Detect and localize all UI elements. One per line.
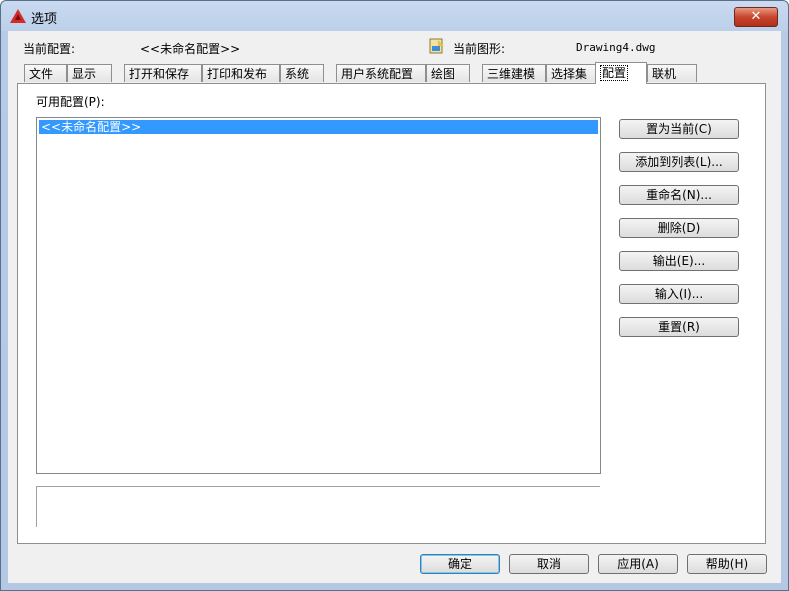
window-title: 选项 [31,12,58,27]
current-profile-label: 当前配置: [23,42,76,56]
ok-button[interactable]: 确定 [420,554,500,574]
tab-display[interactable]: 显示 [67,64,112,82]
set-current-button[interactable]: 置为当前(C) [619,119,739,139]
title-bar[interactable]: 选项 ✕ [1,1,788,31]
drawing-file-icon [429,38,444,54]
tab-open-and-save[interactable]: 打开和保存 [124,64,202,82]
reset-button[interactable]: 重置(R) [619,317,739,337]
tab-label: 联机 [652,67,677,81]
tab-label: 选择集 [551,67,588,81]
tab-user-preferences[interactable]: 用户系统配置 [336,64,426,82]
apply-button[interactable]: 应用(A) [598,554,678,574]
help-button[interactable]: 帮助(H) [687,554,767,574]
current-drawing-label: 当前图形: [453,42,506,56]
dialog-client-area: 当前配置: <<未命名配置>> 当前图形: Drawing4.dwg 文件 显示… [8,31,781,583]
tab-drafting[interactable]: 绘图 [426,64,470,82]
tab-files[interactable]: 文件 [24,64,67,82]
tab-label: 打开和保存 [129,67,190,81]
close-button[interactable]: ✕ [734,7,778,27]
tab-label: 绘图 [431,67,456,81]
autocad-app-icon [10,9,26,23]
tab-label: 文件 [29,67,54,81]
import-button[interactable]: 输入(I)... [619,284,739,304]
profiles-panel: 可用配置(P): <<未命名配置>> 置为当前(C) 添加到列表(L)... 重… [17,83,766,544]
tab-label: 配置 [600,65,629,81]
add-to-list-button[interactable]: 添加到列表(L)... [619,152,739,172]
profile-description-box [36,486,600,527]
tab-online[interactable]: 联机 [647,64,697,82]
tab-label: 三维建模 [487,67,536,81]
export-button[interactable]: 输出(E)... [619,251,739,271]
delete-button[interactable]: 删除(D) [619,218,739,238]
tab-system[interactable]: 系统 [280,64,324,82]
rename-button[interactable]: 重命名(N)... [619,185,739,205]
tab-plot-and-publish[interactable]: 打印和发布 [202,64,280,82]
current-drawing-value: Drawing4.dwg [576,41,656,54]
tab-label: 系统 [285,67,310,81]
tab-label: 显示 [72,67,97,81]
list-item[interactable]: <<未命名配置>> [39,120,598,134]
tab-label: 打印和发布 [207,67,268,81]
available-profiles-label: 可用配置(P): [36,95,105,109]
tab-selection[interactable]: 选择集 [546,64,596,82]
options-dialog: 选项 ✕ 当前配置: <<未命名配置>> 当前图形: Drawing4.dwg … [0,0,789,591]
tab-profiles[interactable]: 配置 [595,62,647,84]
current-profile-value: <<未命名配置>> [140,42,241,56]
available-profiles-list[interactable]: <<未命名配置>> [36,117,601,474]
tab-3d-modeling[interactable]: 三维建模 [482,64,546,82]
cancel-button[interactable]: 取消 [509,554,589,574]
tab-label: 用户系统配置 [341,67,414,81]
